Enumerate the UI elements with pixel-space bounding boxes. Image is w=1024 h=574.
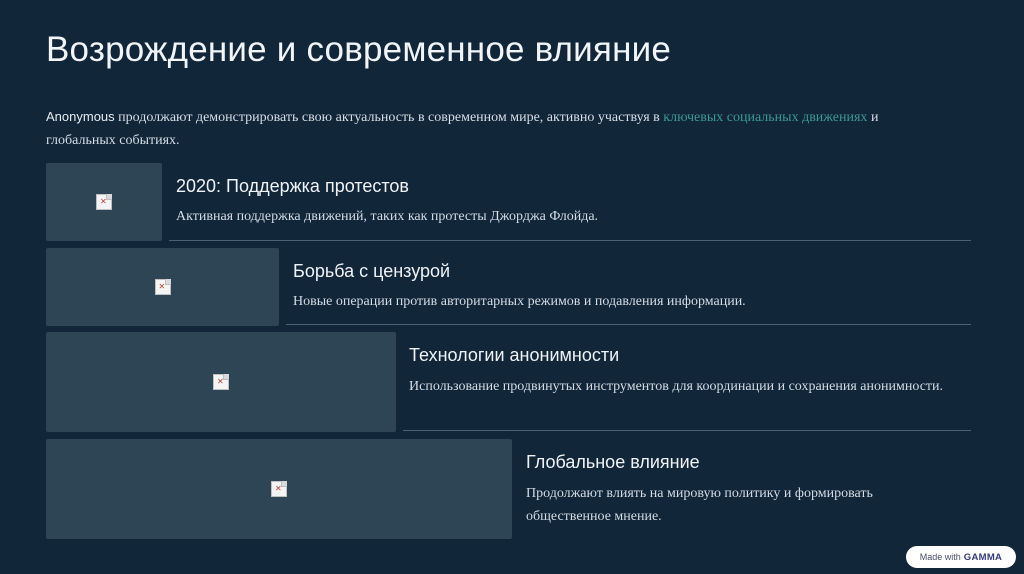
item-description: Активная поддержка движений, таких как п… [176, 209, 599, 224]
item-description: Продолжают влиять на мировую политику и … [526, 486, 873, 524]
gamma-logo: GAMMA [963, 551, 1003, 563]
item-image-placeholder: ✕ [46, 248, 279, 326]
broken-image-icon: ✕ [213, 374, 229, 390]
broken-image-icon: ✕ [96, 194, 112, 210]
broken-image-icon: ✕ [154, 279, 171, 295]
item-image-placeholder: ✕ [46, 439, 512, 539]
intro-text-before: продолжают демонстрировать свою актуальн… [114, 110, 664, 125]
made-with-gamma-badge[interactable]: Made with GAMMA [906, 546, 1016, 568]
item-image-placeholder: ✕ [46, 332, 396, 432]
intro-paragraph: Anonymous продолжают демонстрировать сво… [46, 105, 946, 152]
item-image-placeholder: ✕ [46, 163, 162, 241]
item-title: Борьба с цензурой [293, 261, 451, 281]
timeline-item-protests: ✕ 2020: Поддержка протестов Активная под… [46, 163, 971, 241]
intro-brand: Anonymous [46, 109, 115, 124]
broken-image-icon: ✕ [271, 481, 287, 497]
item-description: Новые операции против авторитарных режим… [293, 294, 746, 309]
item-title: 2020: Поддержка протестов [176, 176, 409, 196]
item-divider [403, 430, 971, 431]
item-title: Глобальное влияние [526, 452, 700, 472]
timeline-item-global-impact: ✕ Глобальное влияние Продолжают влиять н… [46, 439, 971, 539]
item-title: Технологии анонимности [409, 345, 620, 365]
item-description: Использование продвинутых инструментов д… [409, 379, 944, 394]
timeline-item-anonymity-tech: ✕ Технологии анонимности Использование п… [46, 332, 971, 432]
item-divider [169, 240, 971, 241]
item-divider [286, 324, 971, 325]
badge-prefix: Made with [919, 552, 961, 562]
page-title: Возрождение и современное влияние [46, 30, 672, 69]
social-movements-link[interactable]: ключевых социальных движениях [663, 110, 867, 125]
timeline-item-censorship: ✕ Борьба с цензурой Новые операции проти… [46, 248, 971, 326]
